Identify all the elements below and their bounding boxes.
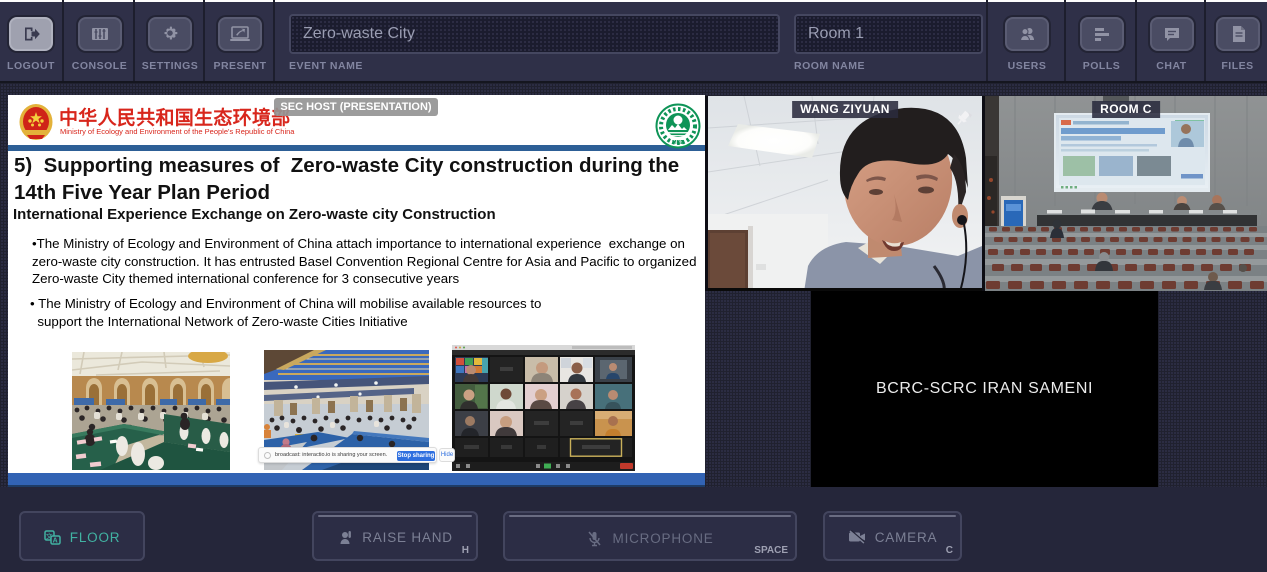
svg-text:MEE: MEE (672, 140, 684, 146)
svg-text:A: A (52, 538, 58, 545)
